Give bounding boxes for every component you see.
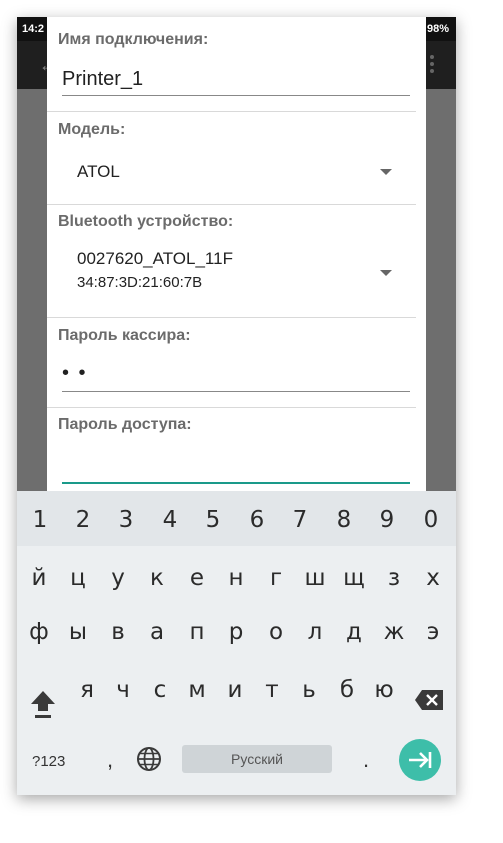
divider: [47, 204, 416, 205]
key-а[interactable]: а: [140, 619, 174, 645]
globe-icon[interactable]: [136, 746, 162, 772]
key-е[interactable]: е: [180, 565, 214, 591]
key-ь[interactable]: ь: [292, 677, 326, 703]
key-й[interactable]: й: [22, 565, 56, 591]
key-в[interactable]: в: [101, 619, 135, 645]
divider: [47, 407, 416, 408]
space-bar[interactable]: Русский: [182, 745, 332, 773]
key-я[interactable]: я: [70, 677, 104, 703]
key-9[interactable]: 9: [370, 507, 404, 533]
key-8[interactable]: 8: [327, 507, 361, 533]
key-7[interactable]: 7: [283, 507, 317, 533]
key-ю[interactable]: ю: [367, 677, 401, 703]
key-г[interactable]: г: [259, 565, 293, 591]
divider: [47, 317, 416, 318]
cashier-password-label: Пароль кассира:: [58, 327, 191, 344]
key-2[interactable]: 2: [66, 507, 100, 533]
symbols-key[interactable]: ?123: [32, 753, 65, 770]
key-4[interactable]: 4: [153, 507, 187, 533]
connection-name-underline: [62, 95, 410, 96]
onscreen-keyboard: 1 2 3 4 5 6 7 8 9 0 й ц у к е н г ш щ з …: [17, 491, 456, 795]
key-ж[interactable]: ж: [377, 619, 411, 645]
key-ч[interactable]: ч: [106, 677, 140, 703]
period-key[interactable]: .: [359, 747, 373, 773]
key-3[interactable]: 3: [109, 507, 143, 533]
status-time: 14:2: [22, 23, 45, 35]
key-и[interactable]: и: [218, 677, 252, 703]
key-х[interactable]: х: [416, 565, 450, 591]
key-ф[interactable]: ф: [22, 619, 56, 645]
dropdown-arrow-icon: [380, 270, 392, 276]
key-6[interactable]: 6: [240, 507, 274, 533]
key-л[interactable]: л: [298, 619, 332, 645]
cashier-password-underline: [62, 391, 410, 392]
key-з[interactable]: з: [377, 565, 411, 591]
connection-name-input[interactable]: Printer_1: [62, 68, 143, 91]
connection-name-label: Имя подключения:: [58, 31, 209, 48]
key-с[interactable]: с: [143, 677, 177, 703]
key-т[interactable]: т: [255, 677, 289, 703]
key-м[interactable]: м: [180, 677, 214, 703]
key-у[interactable]: у: [101, 565, 135, 591]
key-ы[interactable]: ы: [61, 619, 95, 645]
key-р[interactable]: р: [219, 619, 253, 645]
key-0[interactable]: 0: [414, 507, 448, 533]
key-д[interactable]: д: [337, 619, 371, 645]
key-ц[interactable]: ц: [61, 565, 95, 591]
access-password-underline: [62, 482, 410, 484]
key-1[interactable]: 1: [23, 507, 57, 533]
key-ш[interactable]: ш: [298, 565, 332, 591]
access-password-label: Пароль доступа:: [58, 416, 192, 433]
key-э[interactable]: э: [416, 619, 450, 645]
next-arrow-icon: [409, 752, 432, 768]
bluetooth-device-name: 0027620_ATOL_11F: [77, 249, 233, 268]
enter-key[interactable]: [399, 739, 441, 781]
dropdown-arrow-icon: [380, 169, 392, 175]
comma-key[interactable]: ,: [103, 747, 117, 773]
battery-level: 98%: [426, 23, 449, 35]
key-п[interactable]: п: [180, 619, 214, 645]
printer-settings-dialog: Имя подключения: Printer_1 Модель: ATOL …: [47, 17, 426, 491]
backspace-icon[interactable]: [414, 689, 444, 711]
key-щ[interactable]: щ: [337, 565, 371, 591]
key-н[interactable]: н: [219, 565, 253, 591]
model-value: ATOL: [77, 162, 120, 181]
model-label: Модель:: [58, 121, 126, 138]
overflow-menu-icon[interactable]: [430, 55, 434, 76]
shift-icon[interactable]: [29, 688, 57, 720]
key-б[interactable]: б: [330, 677, 364, 703]
bluetooth-device-mac: 34:87:3D:21:60:7B: [77, 274, 203, 291]
phone-screen: 14:2 98% ← Имя подключения: Printer_1 Мо…: [17, 17, 456, 795]
key-5[interactable]: 5: [196, 507, 230, 533]
key-о[interactable]: о: [259, 619, 293, 645]
divider: [47, 111, 416, 112]
cashier-password-input[interactable]: • •: [62, 362, 88, 385]
key-к[interactable]: к: [140, 565, 174, 591]
bluetooth-device-label: Bluetooth устройство:: [58, 213, 234, 230]
